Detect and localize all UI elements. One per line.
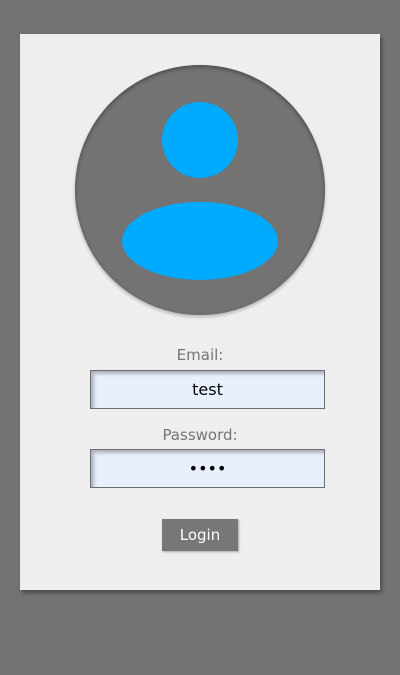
email-label: Email: xyxy=(176,346,224,364)
login-button[interactable]: Login xyxy=(162,519,238,551)
user-icon-body xyxy=(122,202,278,280)
password-field[interactable] xyxy=(90,449,325,488)
page: Email: Password: Login xyxy=(0,0,400,675)
user-icon xyxy=(122,102,278,280)
avatar xyxy=(75,65,325,315)
email-field[interactable] xyxy=(90,370,325,409)
password-label: Password: xyxy=(162,426,238,444)
login-card: Email: Password: Login xyxy=(20,34,380,590)
user-icon-head xyxy=(162,102,238,178)
